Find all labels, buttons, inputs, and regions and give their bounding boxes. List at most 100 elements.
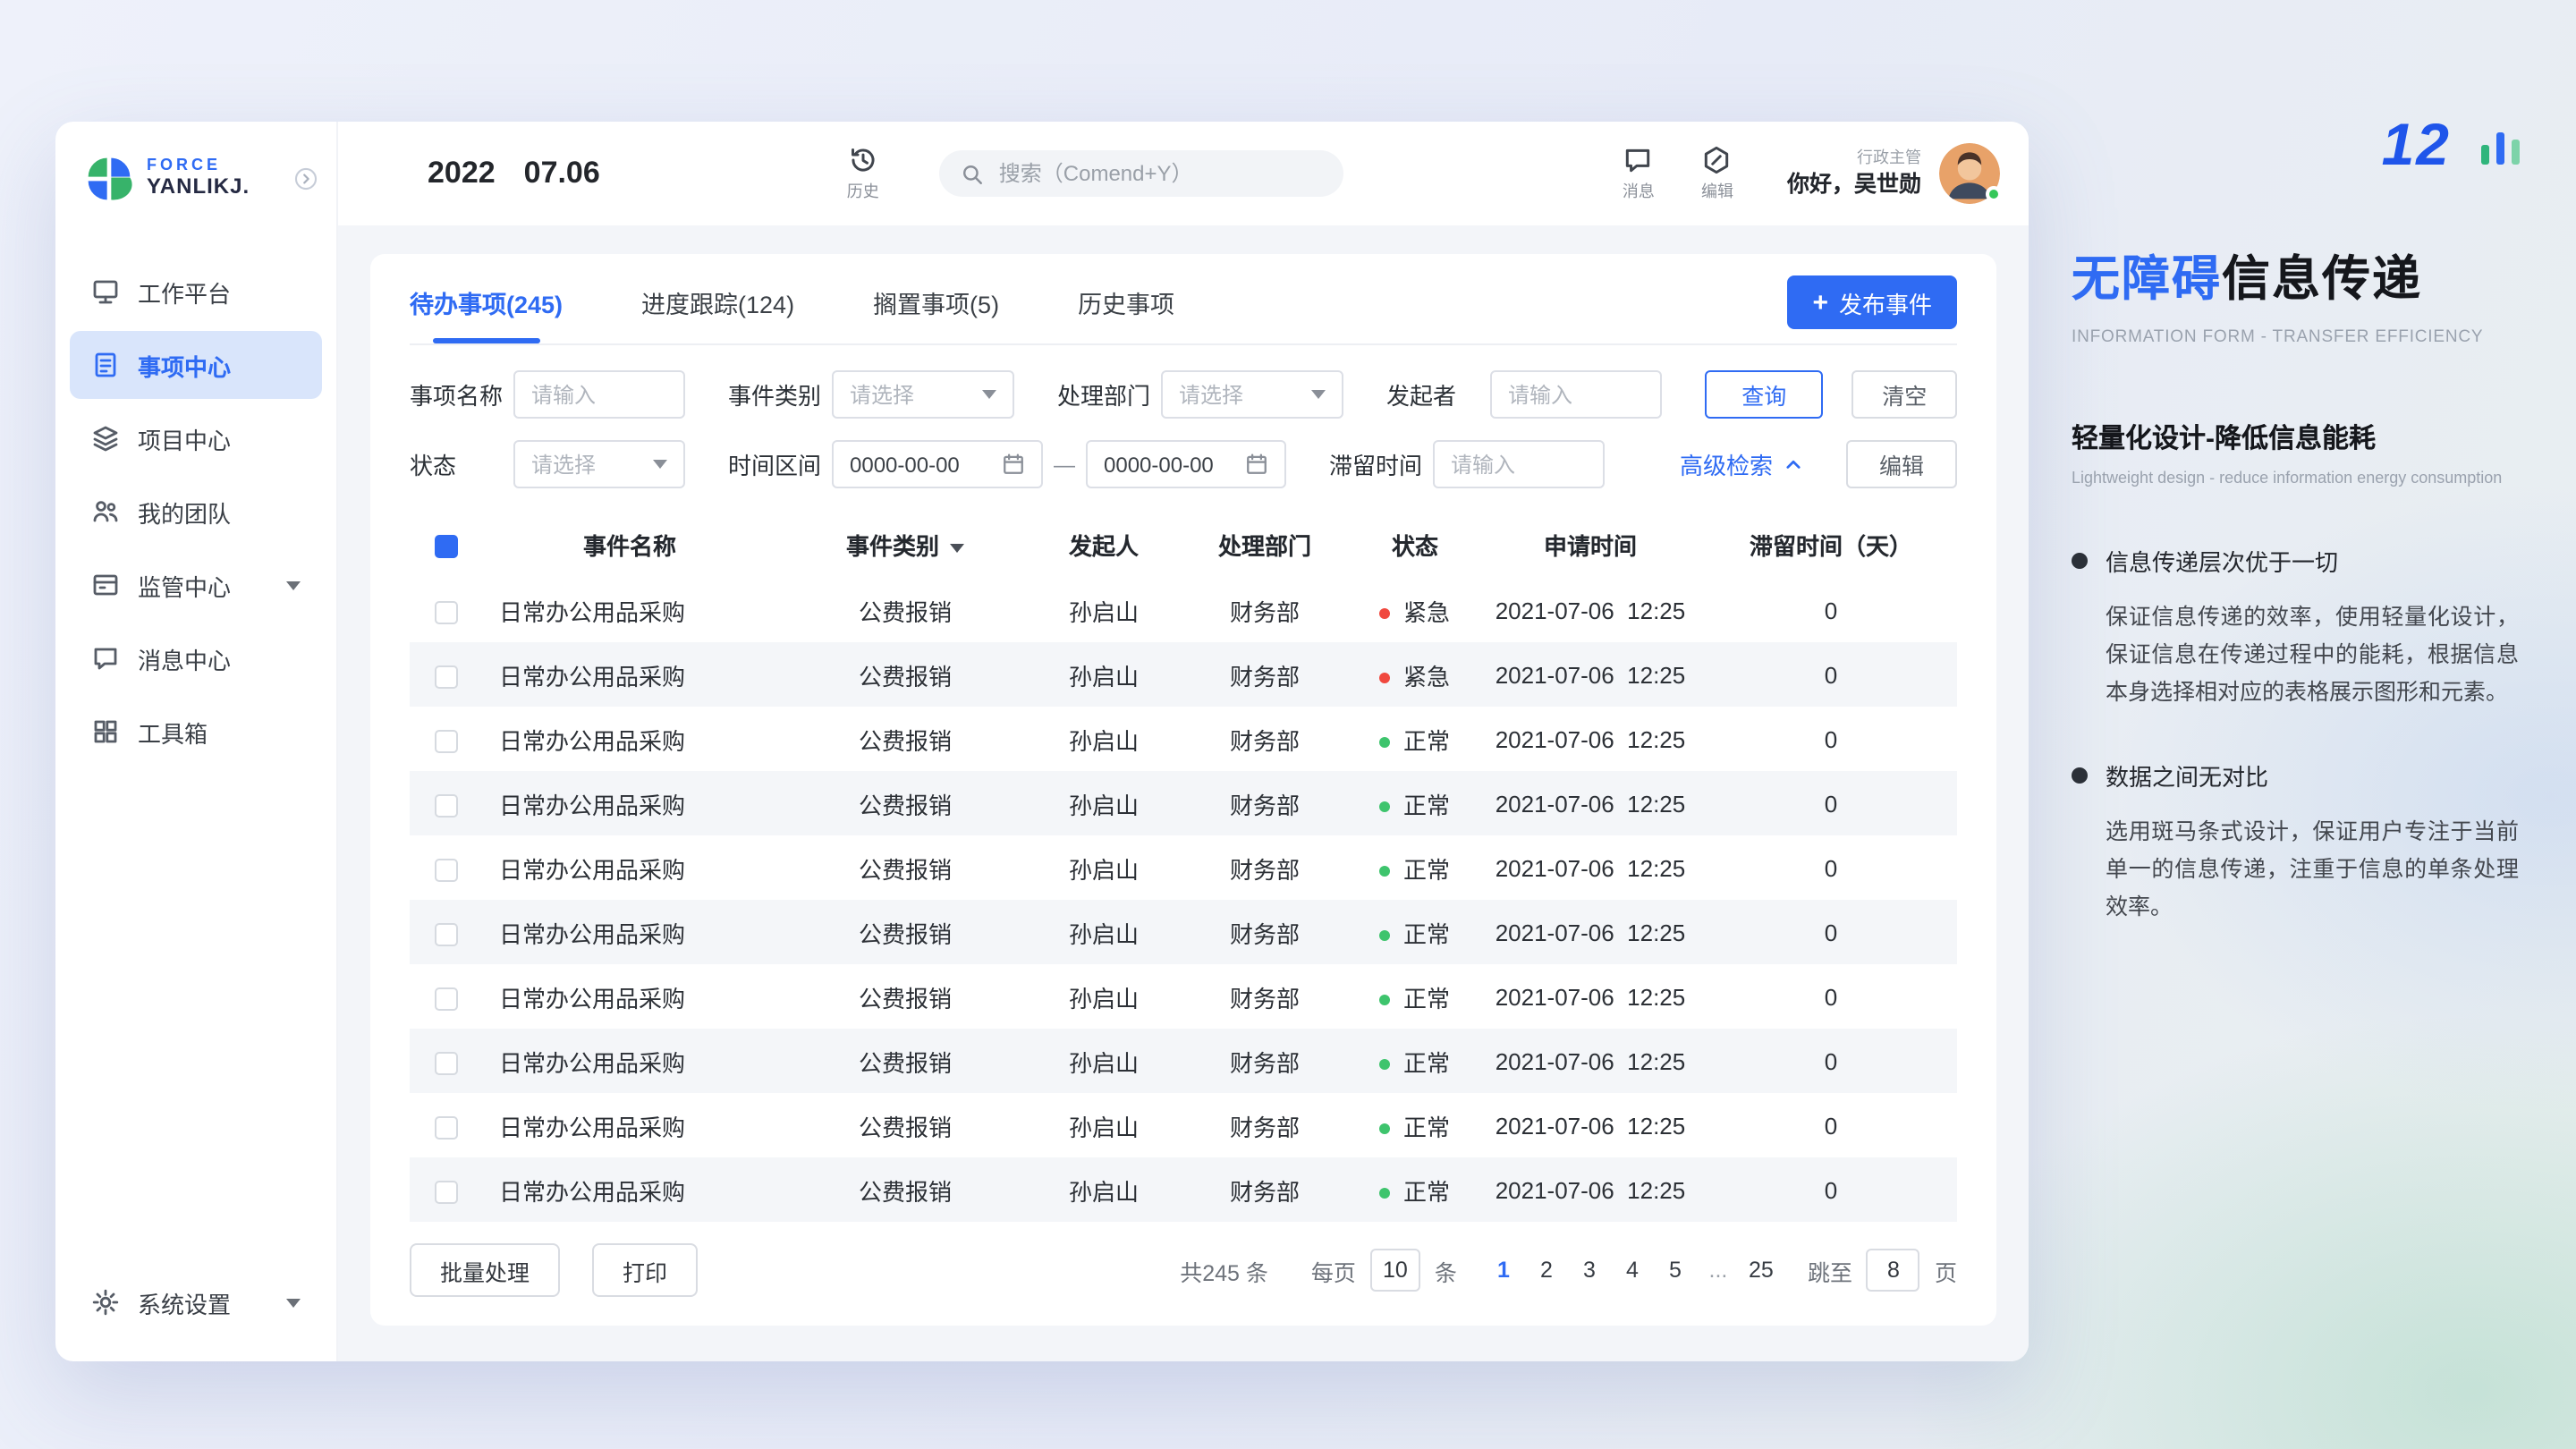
messages-label: 消息 <box>1623 179 1655 202</box>
info-panel: 12 无障碍信息传递 INFORMATION FORM - TRANSFER E… <box>2072 111 2522 927</box>
tab-progress[interactable]: 进度跟踪(124) <box>641 261 794 343</box>
publish-event-button[interactable]: + 发布事件 <box>1787 275 1957 329</box>
apply-time-cell: 2021-07-06 12:25 <box>1476 1112 1705 1139</box>
status-text: 正常 <box>1403 1178 1450 1205</box>
table-row[interactable]: 日常办公用品采购 公费报销 孙启山 财务部 正常 2021-07-06 12:2… <box>410 1029 1957 1093</box>
page-4[interactable]: 4 <box>1614 1249 1650 1292</box>
row-checkbox[interactable] <box>434 793 457 817</box>
filter-edit-button[interactable]: 编辑 <box>1846 440 1957 488</box>
edit-button[interactable]: 编辑 <box>1701 145 1733 202</box>
table-row[interactable]: 日常办公用品采购 公费报销 孙启山 财务部 正常 2021-07-06 12:2… <box>410 835 1957 900</box>
table-row[interactable]: 日常办公用品采购 公费报销 孙启山 财务部 正常 2021-07-06 12:2… <box>410 900 1957 964</box>
filter-stay-input[interactable] <box>1451 452 1587 477</box>
stay-days-cell: 0 <box>1705 854 1957 881</box>
page-3[interactable]: 3 <box>1572 1249 1607 1292</box>
query-button[interactable]: 查询 <box>1705 370 1824 419</box>
per-page-select[interactable]: 10 <box>1370 1249 1420 1292</box>
row-checkbox[interactable] <box>434 1115 457 1139</box>
filter-date-to[interactable]: 0000-00-00 <box>1086 440 1286 488</box>
filter-category-select[interactable]: 请选择 <box>832 370 1014 419</box>
filter-date-from[interactable]: 0000-00-00 <box>832 440 1043 488</box>
global-search[interactable] <box>940 150 1344 197</box>
tab-shelved[interactable]: 搁置事项(5) <box>873 261 999 343</box>
table-row[interactable]: 日常办公用品采购 公费报销 孙启山 财务部 紧急 2021-07-06 12:2… <box>410 642 1957 707</box>
pinwheel-logo-icon <box>84 154 134 204</box>
table-row[interactable]: 日常办公用品采购 公费报销 孙启山 财务部 正常 2021-07-06 12:2… <box>410 707 1957 771</box>
table-row[interactable]: 日常办公用品采购 公费报销 孙启山 财务部 正常 2021-07-06 12:2… <box>410 1157 1957 1222</box>
sidebar-item-supervision-center[interactable]: 监管中心 <box>70 551 322 619</box>
row-checkbox[interactable] <box>434 987 457 1010</box>
page-25[interactable]: 25 <box>1743 1249 1779 1292</box>
initiator-cell: 孙启山 <box>1032 979 1175 1013</box>
col-dept: 处理部门 <box>1175 527 1354 561</box>
page-1[interactable]: 1 <box>1486 1249 1521 1292</box>
chevron-down-icon[interactable] <box>286 580 301 589</box>
row-checkbox[interactable] <box>434 729 457 752</box>
table-row[interactable]: 日常办公用品采购 公费报销 孙启山 财务部 正常 2021-07-06 12:2… <box>410 771 1957 835</box>
bullet-dot <box>2072 767 2088 784</box>
select-all-checkbox[interactable] <box>434 534 457 557</box>
plus-icon: + <box>1812 289 1828 316</box>
chevron-down-icon[interactable] <box>286 1298 301 1307</box>
advanced-search-toggle[interactable]: 高级检索 <box>1680 447 1803 481</box>
status-cell: 正常 <box>1354 851 1476 885</box>
row-checkbox[interactable] <box>434 858 457 881</box>
filter-stay-label: 滞留时间 <box>1329 447 1433 481</box>
table-row[interactable]: 日常办公用品采购 公费报销 孙启山 财务部 紧急 2021-07-06 12:2… <box>410 578 1957 642</box>
chevron-down-icon <box>653 460 667 469</box>
row-checkbox[interactable] <box>434 1180 457 1203</box>
initiator-cell: 孙启山 <box>1032 851 1175 885</box>
messages-button[interactable]: 消息 <box>1623 145 1655 202</box>
page-2[interactable]: 2 <box>1529 1249 1564 1292</box>
row-checkbox[interactable] <box>434 922 457 945</box>
page-5[interactable]: 5 <box>1657 1249 1693 1292</box>
filter-dept-select[interactable]: 请选择 <box>1161 370 1343 419</box>
avatar[interactable] <box>1939 143 2000 204</box>
initiator-cell: 孙启山 <box>1032 786 1175 820</box>
history-button[interactable]: 历史 <box>847 145 879 202</box>
jump-page-input[interactable]: 8 <box>1867 1249 1920 1292</box>
status-dot <box>1380 1187 1391 1198</box>
col-event-category[interactable]: 事件类别 <box>778 527 1032 561</box>
app-window: FORCE YANLIKJ. 工作平台 <box>55 122 2029 1361</box>
tab-todo[interactable]: 待办事项(245) <box>410 261 563 343</box>
batch-process-button[interactable]: 批量处理 <box>410 1243 560 1297</box>
initiator-cell: 孙启山 <box>1032 593 1175 627</box>
gear-icon <box>91 1288 120 1317</box>
search-input[interactable] <box>999 161 1323 186</box>
filter-name-input[interactable] <box>531 382 667 407</box>
collapse-sidebar-icon[interactable] <box>293 166 318 191</box>
row-checkbox[interactable] <box>434 600 457 623</box>
row-checkbox[interactable] <box>434 665 457 688</box>
status-cell: 正常 <box>1354 1108 1476 1142</box>
print-button[interactable]: 打印 <box>592 1243 698 1297</box>
clear-button[interactable]: 清空 <box>1852 370 1957 419</box>
row-checkbox[interactable] <box>434 1051 457 1074</box>
sidebar-item-items-center[interactable]: 事项中心 <box>70 331 322 399</box>
status-cell: 正常 <box>1354 722 1476 756</box>
status-dot <box>1380 1123 1391 1133</box>
table-row[interactable]: 日常办公用品采购 公费报销 孙启山 财务部 正常 2021-07-06 12:2… <box>410 1093 1957 1157</box>
user-info[interactable]: 行政主管 你好，吴世勋 <box>1787 143 2000 204</box>
filter-status-select[interactable]: 请选择 <box>513 440 685 488</box>
status-cell: 紧急 <box>1354 593 1476 627</box>
page-ellipsis: ... <box>1700 1249 1736 1292</box>
status-dot <box>1380 736 1391 747</box>
sidebar-item-my-team[interactable]: 我的团队 <box>70 478 322 546</box>
stay-days-cell: 0 <box>1705 725 1957 752</box>
search-icon <box>962 162 985 185</box>
filter-initiator-input[interactable] <box>1508 382 1644 407</box>
sidebar-item-project-center[interactable]: 项目中心 <box>70 404 322 472</box>
filter-row-1: 事项名称 事件类别 请选择 处理部门 <box>410 370 1957 419</box>
tab-history[interactable]: 历史事项 <box>1078 261 1174 343</box>
sidebar-item-work-platform[interactable]: 工作平台 <box>70 258 322 326</box>
sidebar-item-message-center[interactable]: 消息中心 <box>70 624 322 692</box>
sidebar-item-toolbox[interactable]: 工具箱 <box>70 698 322 766</box>
table-row[interactable]: 日常办公用品采购 公费报销 孙启山 财务部 正常 2021-07-06 12:2… <box>410 964 1957 1029</box>
sidebar-item-system-settings[interactable]: 系统设置 <box>70 1268 322 1336</box>
top-header: 2022 07.06 历史 <box>338 122 2029 225</box>
sort-caret-icon <box>950 543 964 552</box>
dept-cell: 财务部 <box>1175 786 1354 820</box>
filter-status-label: 状态 <box>410 447 513 481</box>
tab-bar: 待办事项(245) 进度跟踪(124) 搁置事项(5) 历史事项 + 发布事件 <box>410 261 1957 345</box>
